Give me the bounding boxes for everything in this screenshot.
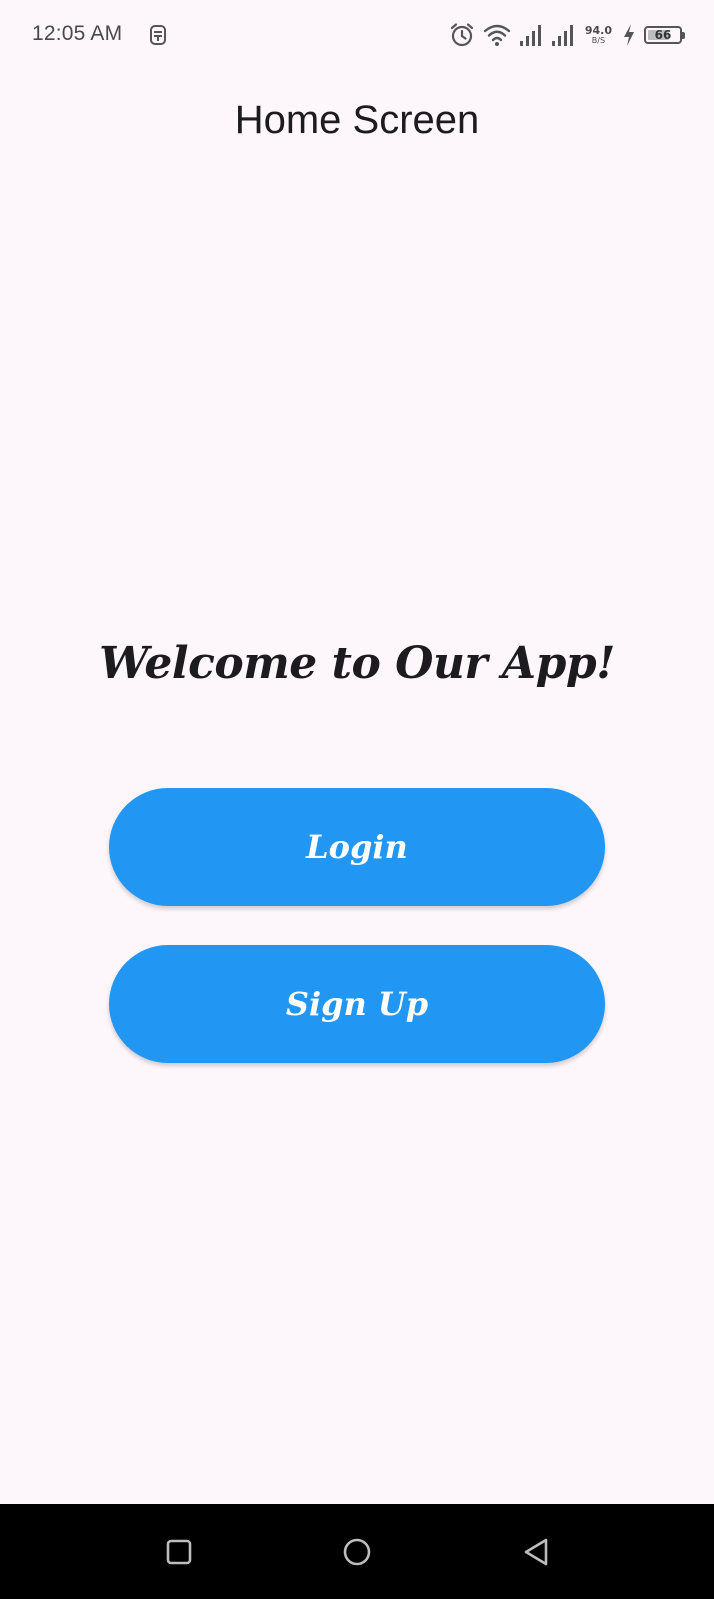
battery-icon: 66 — [644, 26, 685, 44]
battery-level: 66 — [654, 28, 672, 42]
back-button[interactable] — [518, 1534, 554, 1570]
home-icon — [343, 1538, 371, 1566]
welcome-heading: Welcome to Our App! — [99, 638, 615, 689]
page-title: Home Screen — [234, 98, 480, 142]
network-speed-value: 94.0 — [584, 24, 612, 37]
network-speed-unit: B/S — [591, 36, 606, 45]
home-button[interactable] — [339, 1534, 375, 1570]
recent-apps-button[interactable] — [161, 1534, 197, 1570]
signup-button[interactable]: Sign Up — [109, 945, 605, 1063]
status-icons: 94.0 B/S 66 — [449, 20, 685, 50]
status-bar: 12:05 AM 94.0 B/S 66 — [0, 0, 714, 72]
status-time: 12:05 AM — [32, 22, 123, 45]
signal-icon — [551, 25, 573, 46]
recent-apps-icon — [166, 1539, 192, 1565]
back-icon — [524, 1538, 548, 1566]
alarm-icon — [450, 23, 473, 47]
app-notification-icon — [150, 25, 166, 45]
login-button[interactable]: Login — [109, 788, 605, 906]
network-speed: 94.0 B/S — [585, 25, 612, 45]
signal-icon — [519, 25, 541, 46]
charging-icon — [624, 24, 634, 46]
login-button-label: Login — [306, 828, 408, 866]
wifi-icon — [483, 24, 511, 46]
signup-button-label: Sign Up — [285, 985, 429, 1023]
navigation-bar — [0, 1504, 714, 1599]
